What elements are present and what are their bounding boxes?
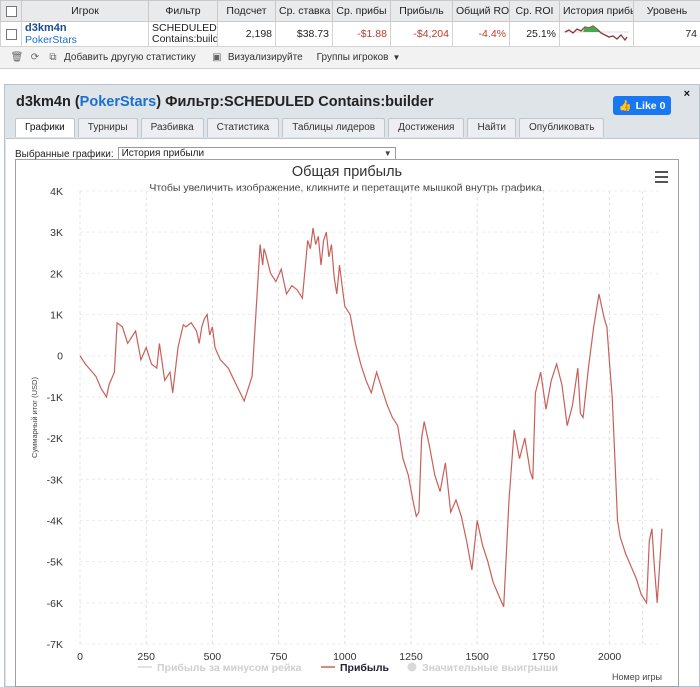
stats-table: Игрок Фильтр Подсчет Ср. ставка Ср. приб… (0, 0, 700, 47)
x-tick-label: 250 (137, 651, 155, 663)
total-roi-cell: -4.4% (452, 21, 510, 47)
x-tick-label: 2000 (598, 651, 622, 663)
add-stat-icon: ⧉ (49, 52, 57, 63)
tab-find[interactable]: Найти (467, 118, 517, 137)
y-tick-label: 1K (50, 310, 63, 322)
level-cell: 74 (633, 21, 700, 47)
charts-tab-body: Выбранные графики: История прибыли ▼ Общ… (6, 138, 699, 687)
header-profit-history[interactable]: История прибы (559, 0, 634, 22)
tab-breakdown[interactable]: Разбивка (140, 118, 204, 137)
y-tick-label: -6K (47, 598, 63, 610)
x-tick-label: 0 (77, 651, 83, 663)
header-avg-profit[interactable]: Ср. прибы (332, 0, 391, 22)
header-avg-stake[interactable]: Ср. ставка (275, 0, 333, 22)
profit-series-line (79, 228, 663, 608)
tab-achievements[interactable]: Достижения (388, 118, 465, 137)
add-stat-label: Добавить другую статистику (64, 52, 196, 63)
player-groups-dropdown[interactable]: Группы игроков ▼ (317, 52, 401, 63)
avg-roi-cell: 25.1% (509, 21, 560, 47)
count-cell: 2,198 (217, 21, 276, 47)
y-tick-label: -5K (47, 557, 63, 569)
header-filter[interactable]: Фильтр (148, 0, 218, 22)
tab-statistics[interactable]: Статистика (206, 118, 280, 137)
y-tick-label: -4K (47, 515, 63, 527)
filter-line2: Contains:build (152, 33, 218, 45)
header-level[interactable]: Уровень (633, 0, 700, 22)
legend-label-profit: Прибыль (340, 662, 390, 674)
hamburger-menu-icon[interactable] (655, 171, 668, 186)
chart-title: Общая прибыль (292, 164, 402, 180)
player-site-link[interactable]: PokerStars (25, 34, 145, 46)
avg-stake-cell: $38.73 (275, 21, 333, 47)
title-filter: Фильтр:SCHEDULED Contains:builder (165, 94, 434, 110)
visualize-icon: ▣ (212, 52, 222, 63)
thumbs-up-icon: 👍 (618, 100, 632, 112)
chart-subtitle: Чтобы увеличить изображение, кликните и … (149, 182, 544, 194)
trash-icon[interactable]: 🗑 (10, 52, 24, 63)
player-cell[interactable]: d3km4n PokerStars (21, 21, 149, 47)
chart-select-value: История прибыли (121, 148, 205, 159)
player-name-link[interactable]: d3km4n (25, 23, 145, 35)
header-total-roi[interactable]: Общий RO (452, 0, 510, 22)
legend-label-big-wins: Значительные выигрыши (422, 662, 558, 674)
profit-chart-svg[interactable]: Общая прибыль Чтобы увеличить изображение… (16, 160, 678, 686)
legend-label-rake: Прибыль за минусом рейка (157, 662, 302, 674)
y-tick-label: 2K (50, 268, 63, 280)
chart-select-label: Выбранные графики: (15, 148, 114, 160)
chevron-down-icon: ▼ (392, 53, 401, 62)
like-label: Like 0 (635, 99, 666, 112)
profit-chart[interactable]: Общая прибыль Чтобы увеличить изображение… (15, 159, 679, 687)
add-stat-button[interactable]: ⧉ Добавить другую статистику (46, 52, 196, 63)
y-tick-label: 0 (57, 351, 63, 363)
title-player: d3km4n (16, 94, 71, 110)
profit-history-cell[interactable] (559, 21, 634, 47)
select-all-checkbox[interactable] (5, 5, 17, 17)
player-groups-label: Группы игроков (316, 52, 389, 63)
close-icon[interactable]: × (684, 88, 690, 100)
header-select-all[interactable] (0, 0, 22, 22)
y-axis-label: Суммарный итог (USD) (30, 377, 39, 458)
table-row[interactable]: d3km4n PokerStars SCHEDULED Contains:bui… (0, 21, 700, 47)
table-header-row: Игрок Фильтр Подсчет Ср. ставка Ср. приб… (0, 0, 700, 22)
stats-toolbar: 🗑 ⟳ ⧉ Добавить другую статистику ▣ Визуа… (0, 47, 700, 69)
visualize-button[interactable]: ▣ Визуализируйте (210, 52, 303, 63)
tab-tournaments[interactable]: Турниры (77, 118, 138, 137)
header-profit[interactable]: Прибыль (390, 0, 453, 22)
filter-cell: SCHEDULED Contains:build (148, 21, 218, 47)
panel-title: d3km4n (PokerStars) Фильтр:SCHEDULED Con… (16, 94, 434, 110)
legend-marker-big-wins (407, 662, 417, 672)
title-site-link[interactable]: PokerStars (80, 94, 157, 110)
sparkline-line (564, 24, 628, 41)
y-tick-label: -2K (47, 433, 63, 445)
row-checkbox-cell[interactable] (0, 21, 22, 47)
row-checkbox[interactable] (5, 28, 17, 40)
facebook-like-button[interactable]: 👍 Like 0 (613, 96, 671, 115)
header-count[interactable]: Подсчет (217, 0, 276, 22)
y-tick-label: -1K (47, 392, 63, 404)
avg-profit-cell: -$1.88 (332, 21, 391, 47)
tab-publish[interactable]: Опубликовать (519, 118, 605, 137)
tab-leaderboards[interactable]: Таблицы лидеров (282, 118, 386, 137)
x-tick-label: 1250 (399, 651, 423, 663)
header-player[interactable]: Игрок (21, 0, 149, 22)
refresh-icon[interactable]: ⟳ (28, 52, 42, 63)
x-axis-label: Номер игры (612, 672, 662, 682)
y-tick-label: -3K (47, 474, 63, 486)
panel-tabs: Графики Турниры Разбивка Статистика Табл… (15, 118, 605, 137)
profit-history-sparkline (563, 24, 629, 41)
tab-charts[interactable]: Графики (15, 118, 75, 137)
y-tick-label: -7K (47, 639, 63, 651)
header-avg-roi[interactable]: Ср. ROI (509, 0, 560, 22)
y-tick-label: 3K (50, 227, 63, 239)
visualize-label: Визуализируйте (227, 52, 303, 63)
player-panel: × d3km4n (PokerStars) Фильтр:SCHEDULED C… (4, 84, 700, 687)
y-tick-label: 4K (50, 186, 63, 198)
profit-cell: -$4,204 (390, 21, 453, 47)
